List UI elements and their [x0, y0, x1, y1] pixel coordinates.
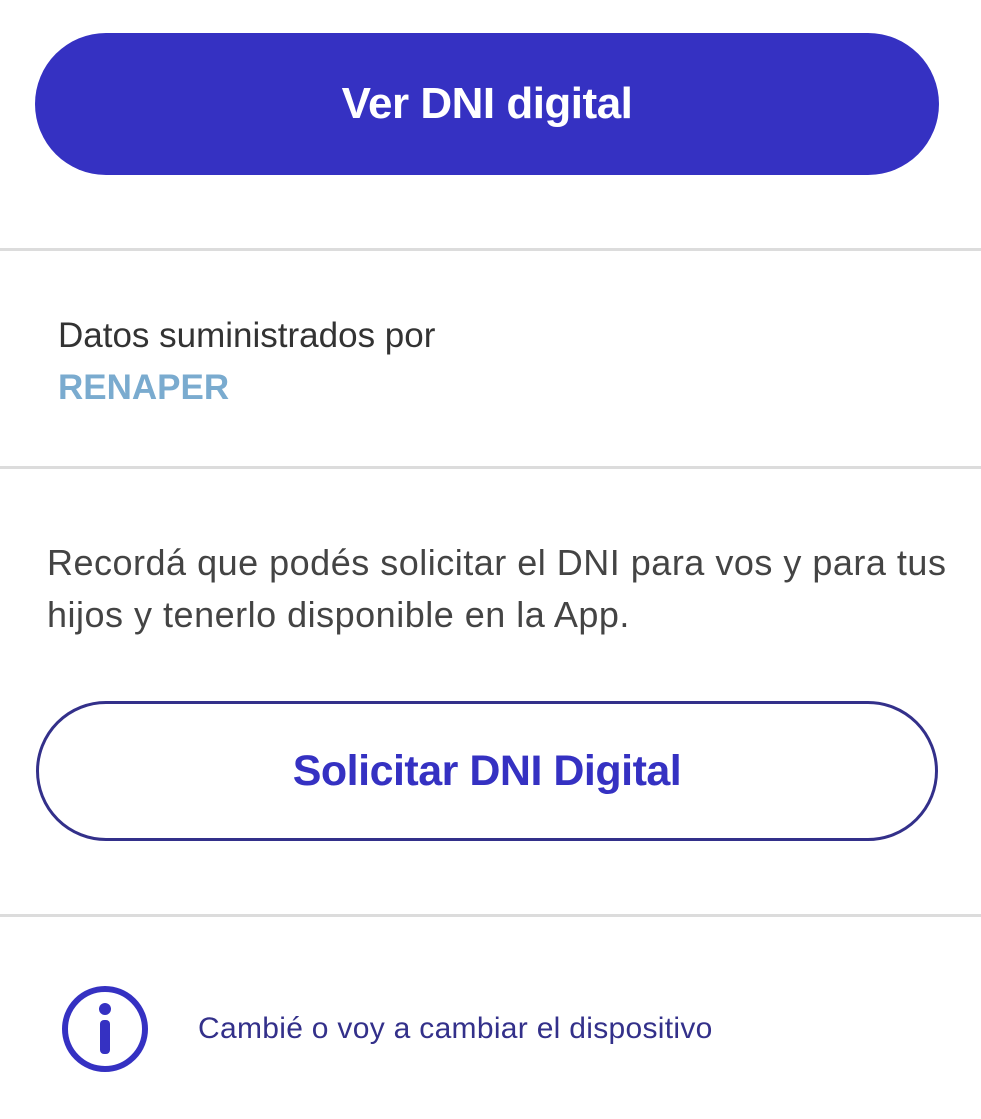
divider — [0, 466, 981, 469]
change-device-link[interactable]: Cambié o voy a cambiar el dispositivo — [60, 984, 713, 1074]
provider-name: RENAPER — [58, 368, 230, 407]
change-device-label: Cambié o voy a cambiar el dispositivo — [198, 1012, 713, 1045]
info-icon — [62, 986, 148, 1072]
ver-dni-digital-button[interactable]: Ver DNI digital — [35, 33, 939, 175]
reminder-text: Recordá que podés solicitar el DNI para … — [47, 542, 947, 635]
solicitar-dni-digital-button[interactable]: Solicitar DNI Digital — [36, 701, 938, 841]
divider — [0, 248, 981, 251]
provider-label: Datos suministrados por — [58, 316, 436, 355]
divider — [0, 914, 981, 917]
